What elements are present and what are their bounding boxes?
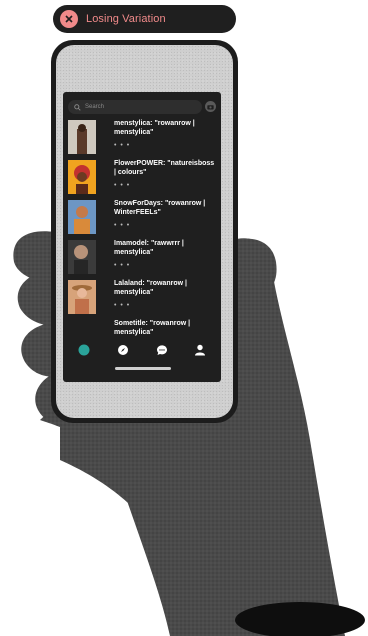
close-icon <box>60 10 78 28</box>
more-icon[interactable]: • • • <box>114 222 130 229</box>
badge-label: Losing Variation <box>86 13 166 25</box>
home-dot-icon[interactable] <box>78 344 90 356</box>
caption: Lalaland: "rowanrow | menstylica" <box>114 280 187 296</box>
search-bar[interactable]: Search <box>68 100 202 114</box>
list-item[interactable]: Lalaland: "rowanrow | menstylica" • • • <box>68 280 218 320</box>
caption: menstylica: "rowanrow | menstylica" <box>114 120 195 136</box>
search-placeholder: Search <box>85 104 105 110</box>
profile-icon[interactable] <box>194 344 206 356</box>
camera-icon[interactable] <box>205 101 216 112</box>
more-icon[interactable]: • • • <box>114 142 130 149</box>
avatar <box>68 200 96 234</box>
more-icon[interactable]: • • • <box>114 182 130 189</box>
caption: SnowForDays: "rowanrow | WinterFEELs" <box>114 200 206 216</box>
avatar <box>68 280 96 314</box>
result-badge: Losing Variation <box>53 5 236 33</box>
avatar <box>68 240 96 274</box>
more-icon[interactable]: • • • <box>114 302 130 309</box>
feed-list: menstylica: "rowanrow | menstylica" • • … <box>68 120 218 360</box>
tab-bar <box>63 340 221 360</box>
list-item[interactable]: SnowForDays: "rowanrow | WinterFEELs" • … <box>68 200 218 240</box>
list-item[interactable]: Imamodel: "rawwrrr | menstylica" • • • <box>68 240 218 280</box>
compass-icon[interactable] <box>117 344 129 356</box>
more-icon[interactable]: • • • <box>114 262 130 269</box>
caption: Imamodel: "rawwrrr | menstylica" <box>114 240 184 256</box>
avatar <box>68 120 96 154</box>
list-item[interactable]: FlowerPOWER: "natureisboss | colours" • … <box>68 160 218 200</box>
phone-screen: Search menstylica: "rowanrow | menstylic… <box>63 92 221 382</box>
list-item[interactable]: menstylica: "rowanrow | menstylica" • • … <box>68 120 218 160</box>
chat-icon[interactable] <box>156 344 168 356</box>
caption: FlowerPOWER: "natureisboss | colours" <box>114 160 215 176</box>
search-icon <box>74 103 81 111</box>
caption: Sometitle: "rowanrow | menstylica" <box>114 320 191 336</box>
avatar <box>68 160 96 194</box>
home-indicator <box>115 367 171 370</box>
